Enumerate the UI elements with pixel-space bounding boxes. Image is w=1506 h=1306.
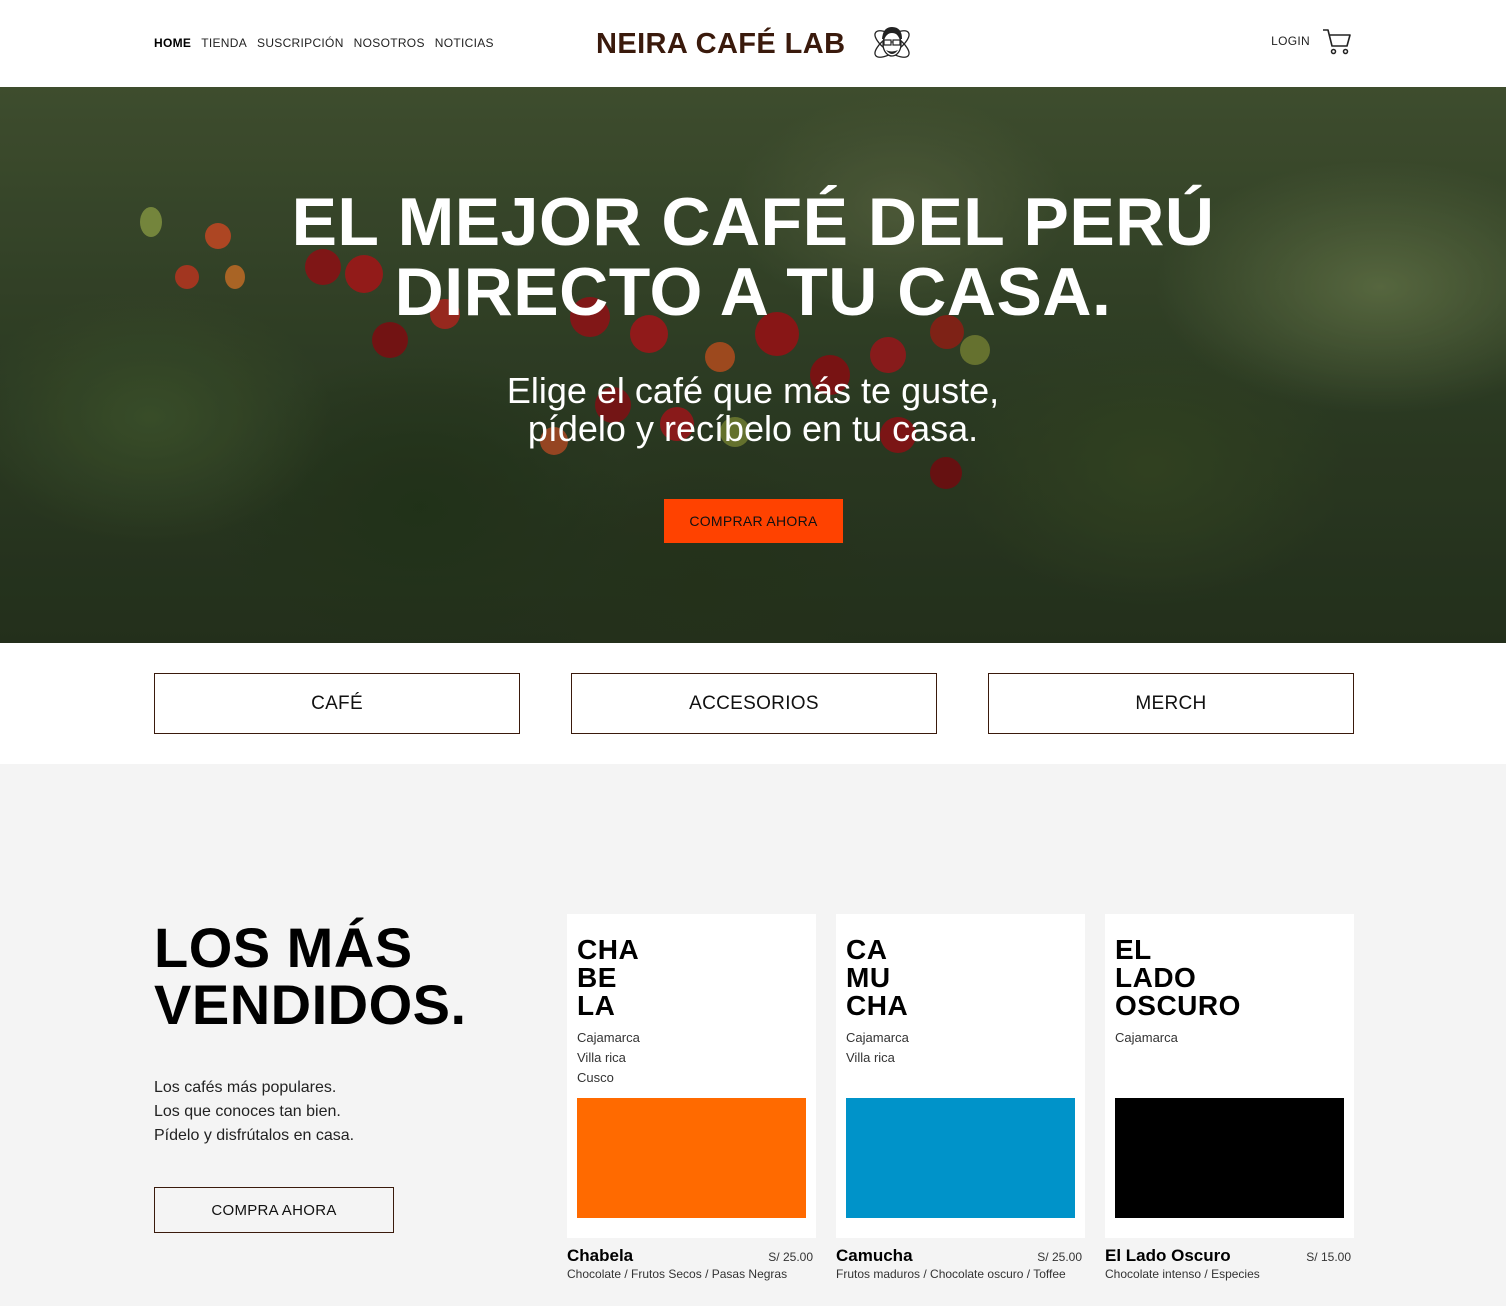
product-card-el-lado-oscuro[interactable]: EL LADO OSCURO Cajamarca [1105,914,1354,1238]
buy-now-button[interactable]: COMPRAR AHORA [664,499,843,543]
coffee-face-logo-icon [874,27,911,58]
product-origins: Cajamarca [1115,1028,1178,1048]
origin-item: Cajamarca [577,1030,640,1045]
category-merch-button[interactable]: MERCH [988,673,1354,734]
shop-now-button[interactable]: COMPRA AHORA [154,1187,394,1233]
product-color-swatch [577,1098,806,1218]
nav-noticias[interactable]: NOTICIAS [435,36,494,50]
brand-name: NEIRA CAFÉ LAB [596,27,846,60]
product-color-swatch [846,1098,1075,1218]
main-nav: HOME TIENDA SUSCRIPCIÓN NOSOTROS NOTICIA… [154,36,494,50]
origin-item: Villa rica [846,1050,895,1065]
header-actions: LOGIN [1271,26,1352,56]
product-color-swatch [1115,1098,1344,1218]
product-card-chabela[interactable]: CHA BE LA Cajamarca Villa rica Cusco [567,914,816,1238]
product-card-name: CHA BE LA [577,934,640,1021]
product-card-name: EL LADO OSCURO [1115,934,1241,1021]
best-sellers-description: Los cafés más populares. Los que conoces… [154,1079,355,1144]
origin-item: Cajamarca [1115,1030,1178,1045]
nav-suscripcion[interactable]: SUSCRIPCIÓN [257,36,344,50]
category-accesorios-button[interactable]: ACCESORIOS [571,673,937,734]
hero-overlay [0,87,1506,643]
product-card-camucha[interactable]: CA MU CHA Cajamarca Villa rica [836,914,1085,1238]
product-price: S/ 25.00 [1037,1250,1082,1264]
nav-tienda[interactable]: TIENDA [201,36,247,50]
nav-home[interactable]: HOME [154,36,191,50]
best-sellers-title: LOS MÁS VENDIDOS. [154,916,467,1036]
product-notes: Frutos maduros / Chocolate oscuro / Toff… [836,1267,1066,1281]
nav-nosotros[interactable]: NOSOTROS [354,36,425,50]
site-header: HOME TIENDA SUSCRIPCIÓN NOSOTROS NOTICIA… [0,0,1506,87]
shopping-cart-icon[interactable] [1322,26,1352,56]
origin-item: Cajamarca [846,1030,909,1045]
product-price: S/ 15.00 [1306,1250,1351,1264]
hero-subtitle: Elige el café que más te guste, pídelo y… [506,370,1000,449]
brand-link[interactable]: NEIRA CAFÉ LAB [596,22,915,66]
product-notes: Chocolate / Frutos Secos / Pasas Negras [567,1267,788,1281]
best-sellers-section: LOS MÁS VENDIDOS. Los cafés más populare… [0,764,1506,1306]
origin-item: Villa rica [577,1050,626,1065]
product-price: S/ 25.00 [768,1250,813,1264]
origin-item: Cusco [577,1070,614,1085]
hero-title: EL MEJOR CAFÉ DEL PERÚ DIRECTO A TU CASA… [291,184,1215,330]
hero-banner: EL MEJOR CAFÉ DEL PERÚ DIRECTO A TU CASA… [0,87,1506,643]
product-origins: Cajamarca Villa rica Cusco [577,1028,640,1088]
category-cafe-button[interactable]: CAFÉ [154,673,520,734]
category-links: CAFÉ ACCESORIOS MERCH [154,673,1354,734]
product-notes: Chocolate intenso / Especies [1105,1267,1260,1281]
product-origins: Cajamarca Villa rica [846,1028,909,1068]
product-card-name: CA MU CHA [846,934,909,1021]
login-link[interactable]: LOGIN [1271,34,1310,48]
